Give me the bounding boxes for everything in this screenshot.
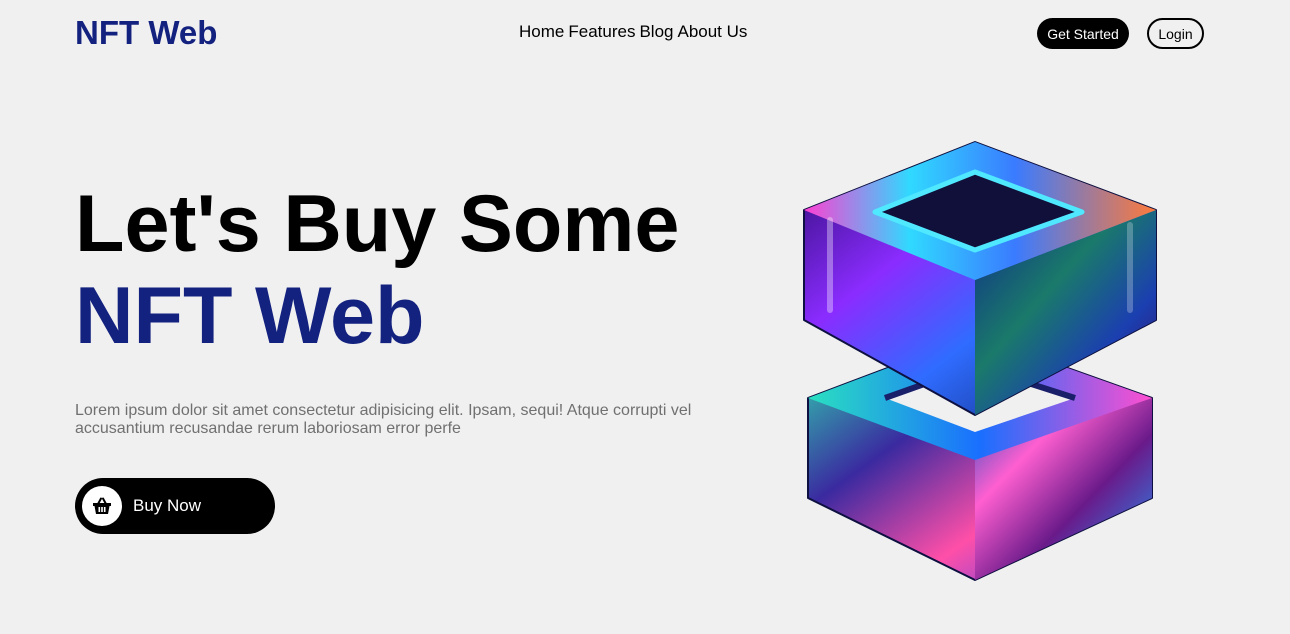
hero-title-line1: Let's Buy Some [75,179,680,269]
buy-now-button[interactable]: Buy Now [75,478,275,534]
hero-title: Let's Buy Some NFT Web [75,178,679,362]
nav-blog[interactable]: Blog [639,22,673,42]
hero-description: Lorem ipsum dolor sit amet consectetur a… [75,402,692,437]
nav-about-us[interactable]: About Us [677,22,747,42]
main-nav: Home Features Blog About Us [519,22,747,42]
hero-title-line2: NFT Web [75,271,425,361]
get-started-button[interactable]: Get Started [1037,18,1129,49]
buy-now-label: Buy Now [133,496,202,515]
iridescent-cube-illustration [790,130,1170,590]
nav-home[interactable]: Home [519,22,564,42]
login-button[interactable]: Login [1147,18,1204,49]
logo[interactable]: NFT Web [75,14,217,52]
nav-features[interactable]: Features [568,22,635,42]
basket-icon [82,486,122,526]
